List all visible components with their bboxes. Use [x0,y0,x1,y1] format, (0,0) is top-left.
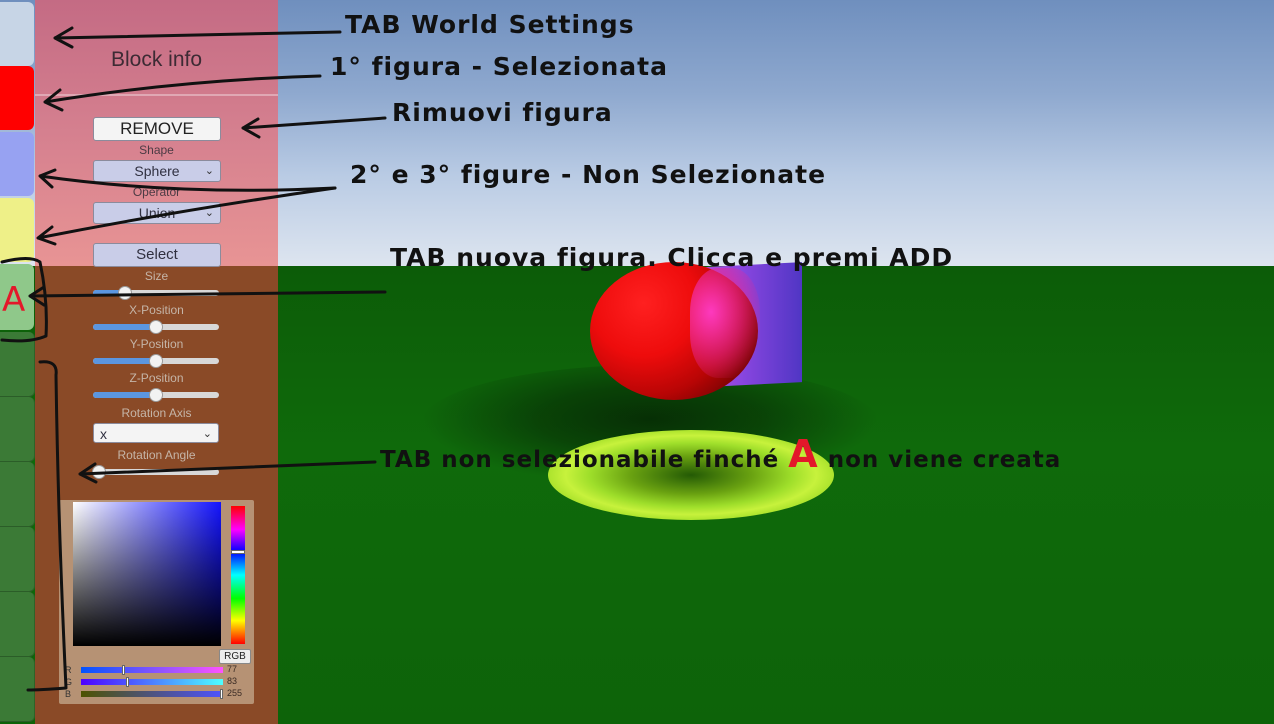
annotation-world-settings: TAB World Settings [345,10,635,39]
block-info-panel: Block info REMOVE Shape Sphere ⌄ Operato… [35,0,278,724]
saturation-value-area[interactable] [73,502,221,646]
remove-button[interactable]: REMOVE [93,117,221,141]
new-shape-glyph: A [2,280,26,320]
tab-shape-2[interactable] [0,132,34,196]
z-position-label: Z-Position [129,371,184,385]
rotation-angle-slider[interactable] [92,465,219,479]
panel-title: Block info [110,48,203,71]
tab-strip [0,0,35,724]
tab-shape-3[interactable] [0,198,34,262]
tab-world-settings[interactable] [0,2,34,66]
slider-handle[interactable] [220,689,223,699]
annotation-first-selected: 1° figura - Selezionata [330,52,668,81]
rotation-axis-value: x [100,426,107,442]
union-blend [690,268,760,378]
hue-handle[interactable] [231,550,245,554]
operator-select-value: Union [138,205,176,221]
size-label: Size [144,269,169,283]
y-position-label: Y-Position [129,337,184,351]
slider-fill [93,392,156,398]
select-button[interactable]: Select [93,243,221,267]
b-channel-label: B [65,689,72,699]
slider-fill [93,358,156,364]
r-channel-label: R [65,665,72,675]
tab-disabled [0,332,35,397]
slider-fill [93,324,156,330]
slider-handle[interactable] [126,677,129,687]
operator-label: Operator [132,185,181,199]
tab-disabled [0,592,35,657]
title-divider [35,94,278,96]
color-mode-button[interactable]: RGB [219,649,251,664]
slider-handle[interactable] [149,354,163,368]
r-channel-value: 77 [227,664,238,674]
annotation-remove: Rimuovi figura [392,98,613,127]
color-picker: RGB R 77 G 83 B 255 [59,500,254,704]
annotation-red-A: A [788,432,819,476]
annotation-new-tab: TAB nuova figura. Clicca e premi ADD [390,243,954,272]
rotation-axis-label: Rotation Axis [121,406,192,420]
tab-disabled [0,527,35,592]
g-channel-value: 83 [227,676,238,686]
g-channel-label: G [65,677,73,687]
r-channel-slider[interactable] [81,665,223,675]
x-position-slider[interactable] [93,320,219,334]
shape-label: Shape [139,143,174,157]
chevron-down-icon: ⌄ [202,428,212,440]
chevron-down-icon: ⌄ [204,165,214,177]
tab-shape-1[interactable] [0,66,34,130]
shape-select-value: Sphere [134,163,180,179]
x-position-label: X-Position [129,303,184,317]
annotation-not-selectable-part1: TAB non selezionabile finché [380,447,780,473]
tab-disabled [0,397,35,462]
slider-handle[interactable] [149,320,163,334]
annotation-not-selectable-part2: non viene creata [827,447,1062,473]
b-channel-value: 255 [227,688,243,698]
annotation-unselected: 2° e 3° figure - Non Selezionate [350,160,827,189]
rotation-axis-select[interactable]: x ⌄ [93,423,219,443]
rotation-angle-label: Rotation Angle [117,448,196,462]
z-position-slider[interactable] [93,388,219,402]
operator-select[interactable]: Union ⌄ [93,202,221,224]
size-slider[interactable] [93,286,219,300]
b-channel-slider[interactable] [81,689,223,699]
slider-handle[interactable] [122,665,125,675]
g-channel-slider[interactable] [81,677,223,687]
shape-select[interactable]: Sphere ⌄ [93,160,221,182]
chevron-down-icon: ⌄ [204,207,214,219]
y-position-slider[interactable] [93,354,219,368]
tab-disabled [0,462,35,527]
tab-disabled [0,657,35,722]
annotation-not-selectable: TAB non selezionabile finché A non viene… [380,432,1061,476]
slider-handle[interactable] [149,388,163,402]
slider-handle[interactable] [117,286,132,300]
hue-slider[interactable] [231,506,245,644]
